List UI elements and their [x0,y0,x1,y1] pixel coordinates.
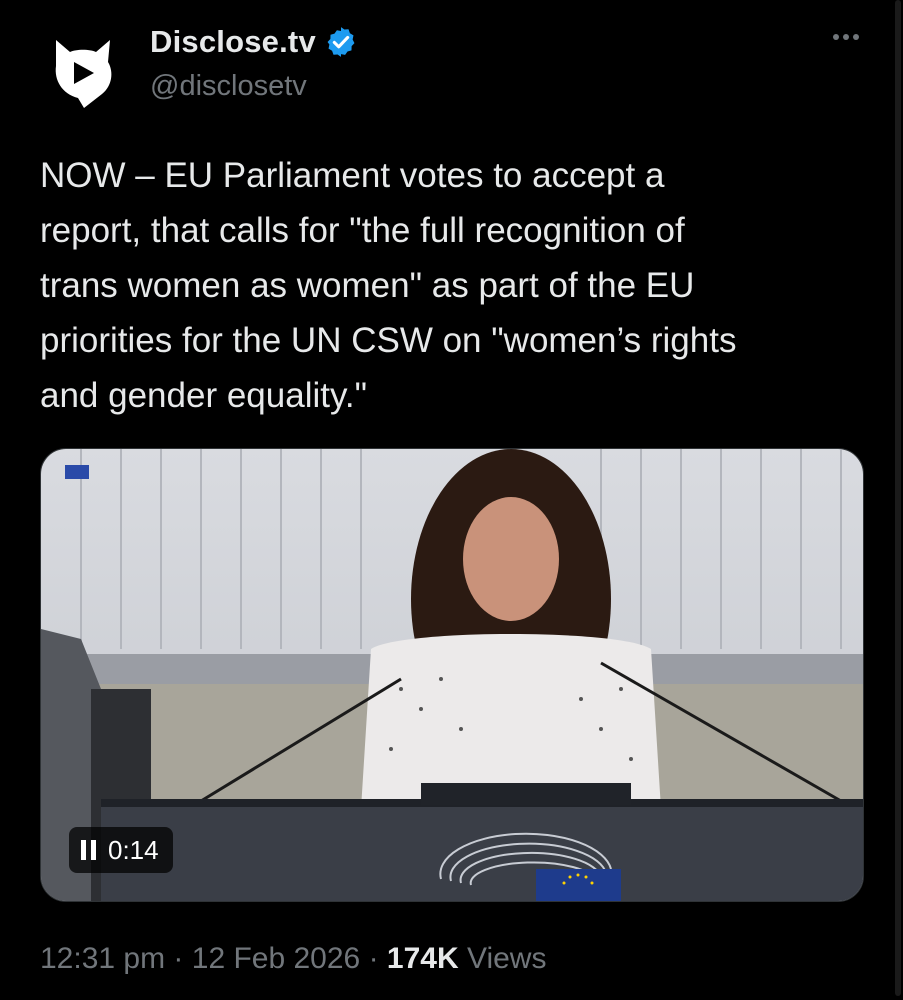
verified-badge-icon [327,27,355,57]
display-name[interactable]: Disclose.tv [150,24,316,60]
tweet-meta: 12:31 pm · 12 Feb 2026 · 174K Views [40,942,546,976]
separator: · [165,942,192,975]
disclose-tv-logo-icon [40,28,126,114]
video-player[interactable]: 0:14 [40,448,864,902]
avatar[interactable] [40,28,126,114]
user-handle[interactable]: @disclosetv [150,70,358,103]
author-block: Disclose.tv @disclosetv [150,24,358,103]
video-elapsed-time: 0:14 [108,834,159,865]
views-label: Views [458,942,547,975]
post-date[interactable]: 12 Feb 2026 [192,942,360,975]
separator: · [360,942,387,975]
views-count: 174K [386,942,459,975]
video-controls: 0:14 [69,827,173,873]
pause-icon[interactable] [81,840,96,860]
post-time[interactable]: 12:31 pm [40,942,165,975]
scrollbar[interactable] [893,0,903,1000]
more-options-icon[interactable] [833,34,859,40]
tweet-text: NOW – EU Parliament votes to accept a re… [40,156,737,415]
